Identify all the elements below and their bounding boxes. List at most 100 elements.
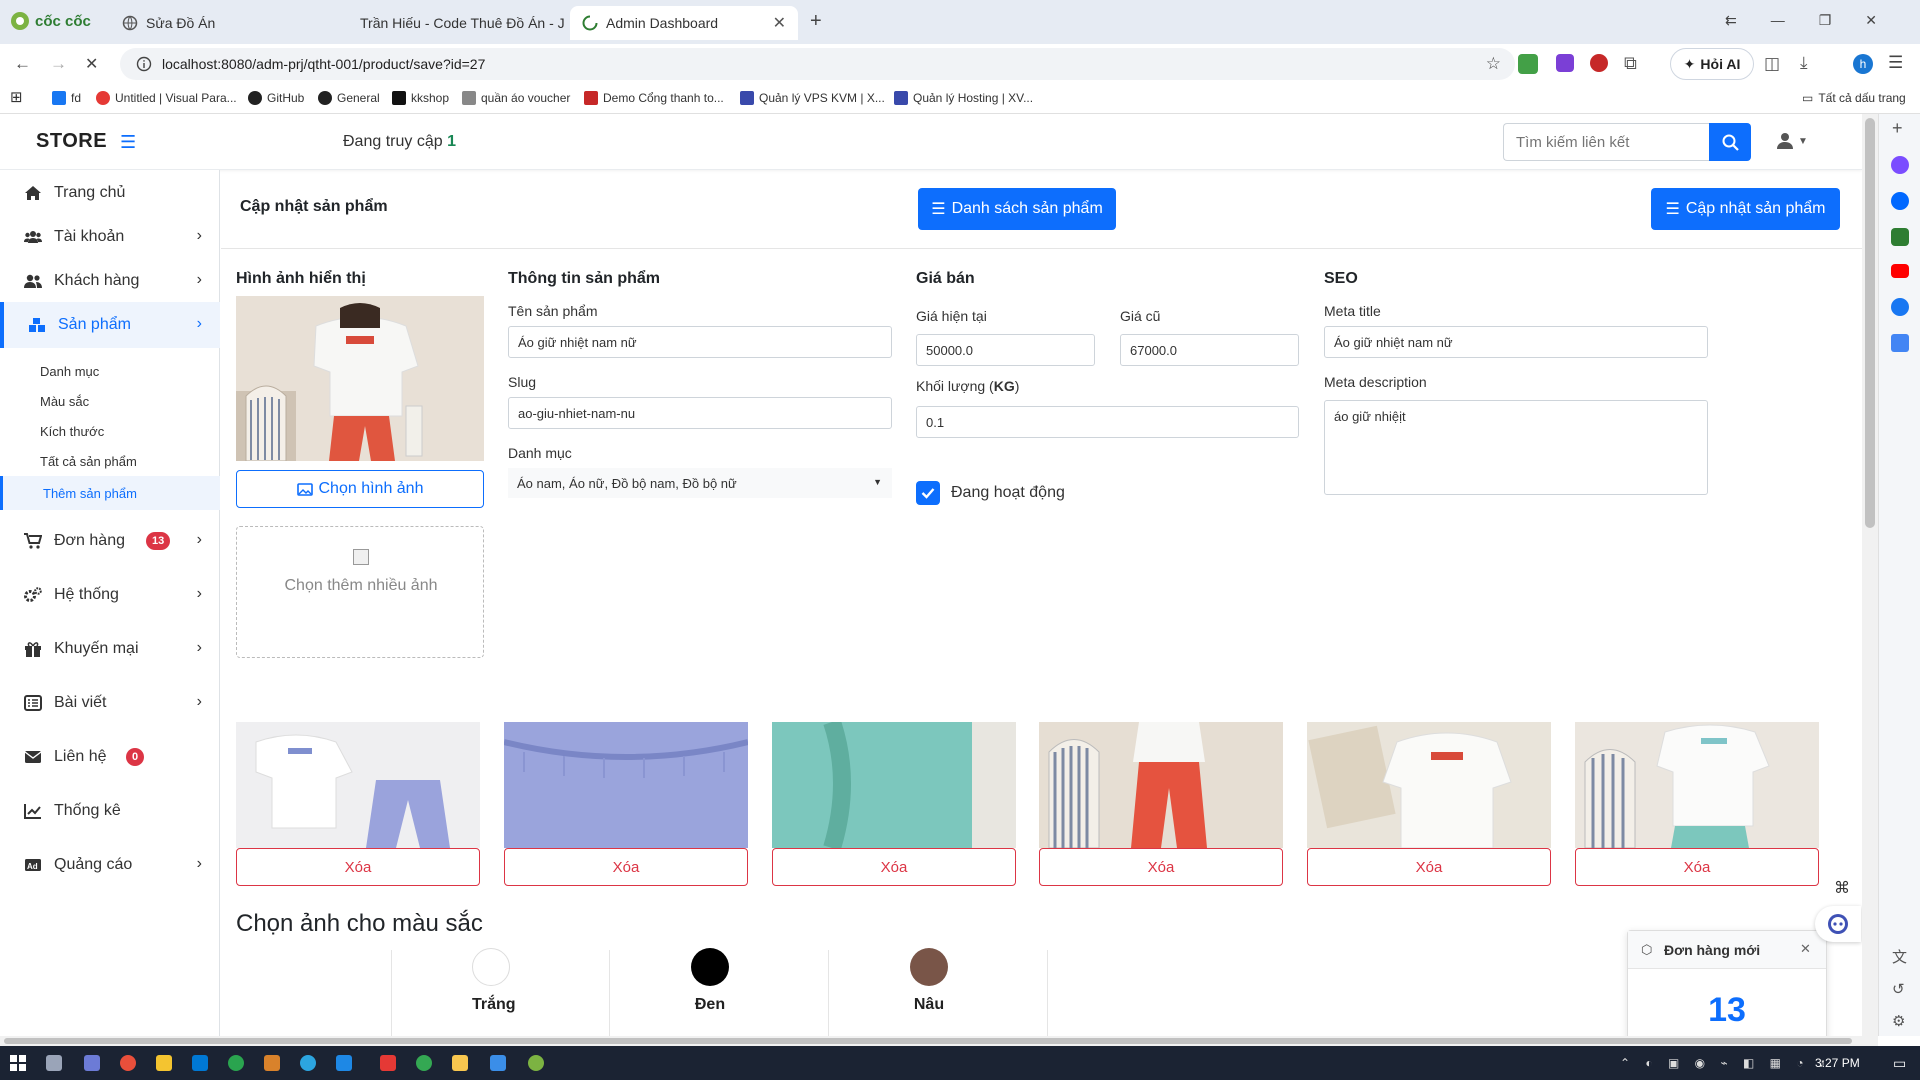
address-bar[interactable]: localhost:8080/adm-prj/qtht-001/product/…	[120, 48, 1515, 80]
extension-v-icon[interactable]	[1556, 54, 1574, 72]
browser-tab-1[interactable]: Sửa Đồ Án	[110, 6, 340, 40]
messenger-icon[interactable]	[1891, 156, 1909, 174]
bookmark-star-icon[interactable]: ☆	[1486, 54, 1501, 74]
add-panel-icon[interactable]: +	[1892, 118, 1903, 139]
game-icon[interactable]	[1891, 228, 1909, 246]
zalo-taskbar-icon[interactable]	[336, 1055, 352, 1071]
back-icon[interactable]: ←	[14, 54, 31, 74]
bookmark-item[interactable]: fd	[52, 91, 81, 105]
delete-image-button[interactable]: Xóa	[504, 848, 748, 886]
bookmark-item[interactable]: General	[318, 91, 380, 105]
sidebar-toggle-icon[interactable]: ☰	[120, 132, 136, 153]
download-icon[interactable]: ⤓	[1800, 53, 1808, 73]
sidebar-item-customers[interactable]: Khách hàng ›	[0, 258, 220, 304]
bookmark-item[interactable]: Quản lý VPS KVM | X...	[740, 91, 885, 105]
profile-avatar[interactable]: h	[1853, 54, 1873, 74]
sidebar-item-statistics[interactable]: Thống kê	[0, 788, 220, 834]
bookmark-item[interactable]: quần áo voucher	[462, 91, 570, 105]
close-tab-icon[interactable]: ✕	[773, 13, 786, 33]
color-swatch-white[interactable]	[472, 948, 510, 986]
apps-grid-icon[interactable]: ⊞	[10, 88, 23, 106]
meta-title-input[interactable]: Áo giữ nhiệt nam nữ	[1324, 326, 1708, 358]
windows-start-icon[interactable]	[10, 1055, 26, 1071]
sidebar-item-ads[interactable]: Ad Quảng cáo ›	[0, 842, 220, 888]
color-swatch-black[interactable]	[691, 948, 729, 986]
user-menu[interactable]: ▼	[1776, 132, 1808, 150]
coccoc-taskbar-icon[interactable]	[528, 1055, 544, 1071]
delete-image-button[interactable]: Xóa	[1039, 848, 1283, 886]
new-tab-icon[interactable]: +	[810, 10, 822, 33]
slug-input[interactable]: ao-giu-nhiet-nam-nu	[508, 397, 892, 429]
shortcut-icon[interactable]: ⌘	[1834, 878, 1850, 898]
minimize-icon[interactable]: —	[1771, 12, 1785, 29]
notification-icon[interactable]: ▭	[1893, 1055, 1906, 1072]
bookmark-item[interactable]: Quản lý Hosting | XV...	[894, 91, 1033, 105]
delete-image-button[interactable]: Xóa	[236, 848, 480, 886]
scrollbar-thumb[interactable]	[4, 1038, 1852, 1044]
bookmark-item[interactable]: GitHub	[248, 91, 304, 105]
bookmark-item[interactable]: kkshop	[392, 91, 449, 105]
sidebar-item-products[interactable]: Sản phẩm ›	[0, 302, 220, 348]
close-window-icon[interactable]: ✕	[1865, 12, 1877, 29]
delete-image-button[interactable]: Xóa	[772, 848, 1016, 886]
choose-more-images-dropzone[interactable]: Chọn thêm nhiều ảnh	[236, 526, 484, 658]
sidebar-subitem-categories[interactable]: Danh mục	[0, 354, 220, 388]
split-view-icon[interactable]: ◫	[1764, 54, 1780, 74]
browser-tab-2[interactable]: Trần Hiếu - Code Thuê Đồ Án - J	[340, 6, 565, 40]
sidebar-item-system[interactable]: Hệ thống ›	[0, 572, 220, 618]
sidebar-item-accounts[interactable]: Tài khoản ›	[0, 214, 220, 260]
search-input[interactable]	[1503, 123, 1709, 161]
sidebar-subitem-colors[interactable]: Màu sắc	[0, 384, 220, 418]
coccoc-logo[interactable]: cốc cốc	[10, 11, 91, 31]
zalo-icon[interactable]	[1891, 192, 1909, 210]
vertical-scrollbar[interactable]	[1862, 114, 1878, 1036]
chrome-icon[interactable]	[416, 1055, 432, 1071]
close-icon[interactable]: ✕	[1800, 941, 1811, 957]
edge-icon[interactable]	[228, 1055, 244, 1071]
extension-red-icon[interactable]	[1590, 54, 1608, 72]
current-price-input[interactable]: 50000.0	[916, 334, 1095, 366]
sidebar-item-promotions[interactable]: Khuyến mại ›	[0, 626, 220, 672]
taskbar-app-icon[interactable]	[156, 1055, 172, 1071]
history-icon[interactable]: ↺	[1892, 980, 1905, 998]
sidebar-subitem-all-products[interactable]: Tất cả sản phẩm	[0, 444, 220, 478]
intellij-icon[interactable]	[380, 1055, 396, 1071]
weight-input[interactable]: 0.1	[916, 406, 1299, 438]
horizontal-scrollbar[interactable]	[0, 1036, 1878, 1046]
product-list-button[interactable]: ☰ Danh sách sản phẩm	[918, 188, 1116, 230]
active-checkbox[interactable]	[916, 481, 940, 505]
old-price-input[interactable]: 67000.0	[1120, 334, 1299, 366]
ask-ai-button[interactable]: ✦ Hỏi AI	[1670, 48, 1754, 80]
color-swatch-brown[interactable]	[910, 948, 948, 986]
telegram-icon[interactable]	[300, 1055, 316, 1071]
translate-icon[interactable]	[1891, 334, 1909, 352]
product-name-input[interactable]: Áo giữ nhiệt nam nữ	[508, 326, 892, 358]
sidebar-item-home[interactable]: Trang chủ	[0, 170, 220, 216]
sidebar-subitem-sizes[interactable]: Kích thước	[0, 414, 220, 448]
tab-search-icon[interactable]: ⇇	[1725, 12, 1737, 29]
meta-description-textarea[interactable]: áo giữ nhiệịt	[1324, 400, 1708, 495]
translate-tool-icon[interactable]: 文	[1892, 946, 1907, 967]
search-button[interactable]	[1709, 123, 1751, 161]
restore-icon[interactable]: ❐	[1819, 12, 1832, 29]
bookmark-item[interactable]: Untitled | Visual Para...	[96, 91, 237, 105]
delete-image-button[interactable]: Xóa	[1307, 848, 1551, 886]
task-view-icon[interactable]	[46, 1055, 62, 1071]
browser-tab-3[interactable]: Admin Dashboard ✕	[570, 6, 798, 40]
extensions-puzzle-icon[interactable]: ⧉	[1624, 53, 1637, 74]
delete-image-button[interactable]: Xóa	[1575, 848, 1819, 886]
sidebar-item-orders[interactable]: Đơn hàng 13 ›	[0, 518, 220, 564]
file-explorer-icon[interactable]	[452, 1055, 468, 1071]
vscode-icon[interactable]	[490, 1055, 506, 1071]
facebook-icon[interactable]	[1891, 298, 1909, 316]
browser-menu-icon[interactable]: ☰	[1888, 53, 1903, 73]
sidebar-item-contacts[interactable]: Liên hệ 0	[0, 734, 220, 780]
all-bookmarks[interactable]: ▭ Tất cả dấu trang	[1802, 91, 1906, 105]
clock[interactable]: 3:27 PM	[1815, 1056, 1860, 1070]
youtube-icon[interactable]	[1891, 264, 1909, 278]
chatbot-widget[interactable]	[1815, 906, 1861, 942]
taskbar-app-icon[interactable]	[84, 1055, 100, 1071]
bookmark-item[interactable]: Demo Cổng thanh to...	[584, 91, 724, 105]
update-product-button[interactable]: ☰ Cập nhật sản phẩm	[1651, 188, 1840, 230]
brand[interactable]: STORE	[36, 130, 107, 153]
